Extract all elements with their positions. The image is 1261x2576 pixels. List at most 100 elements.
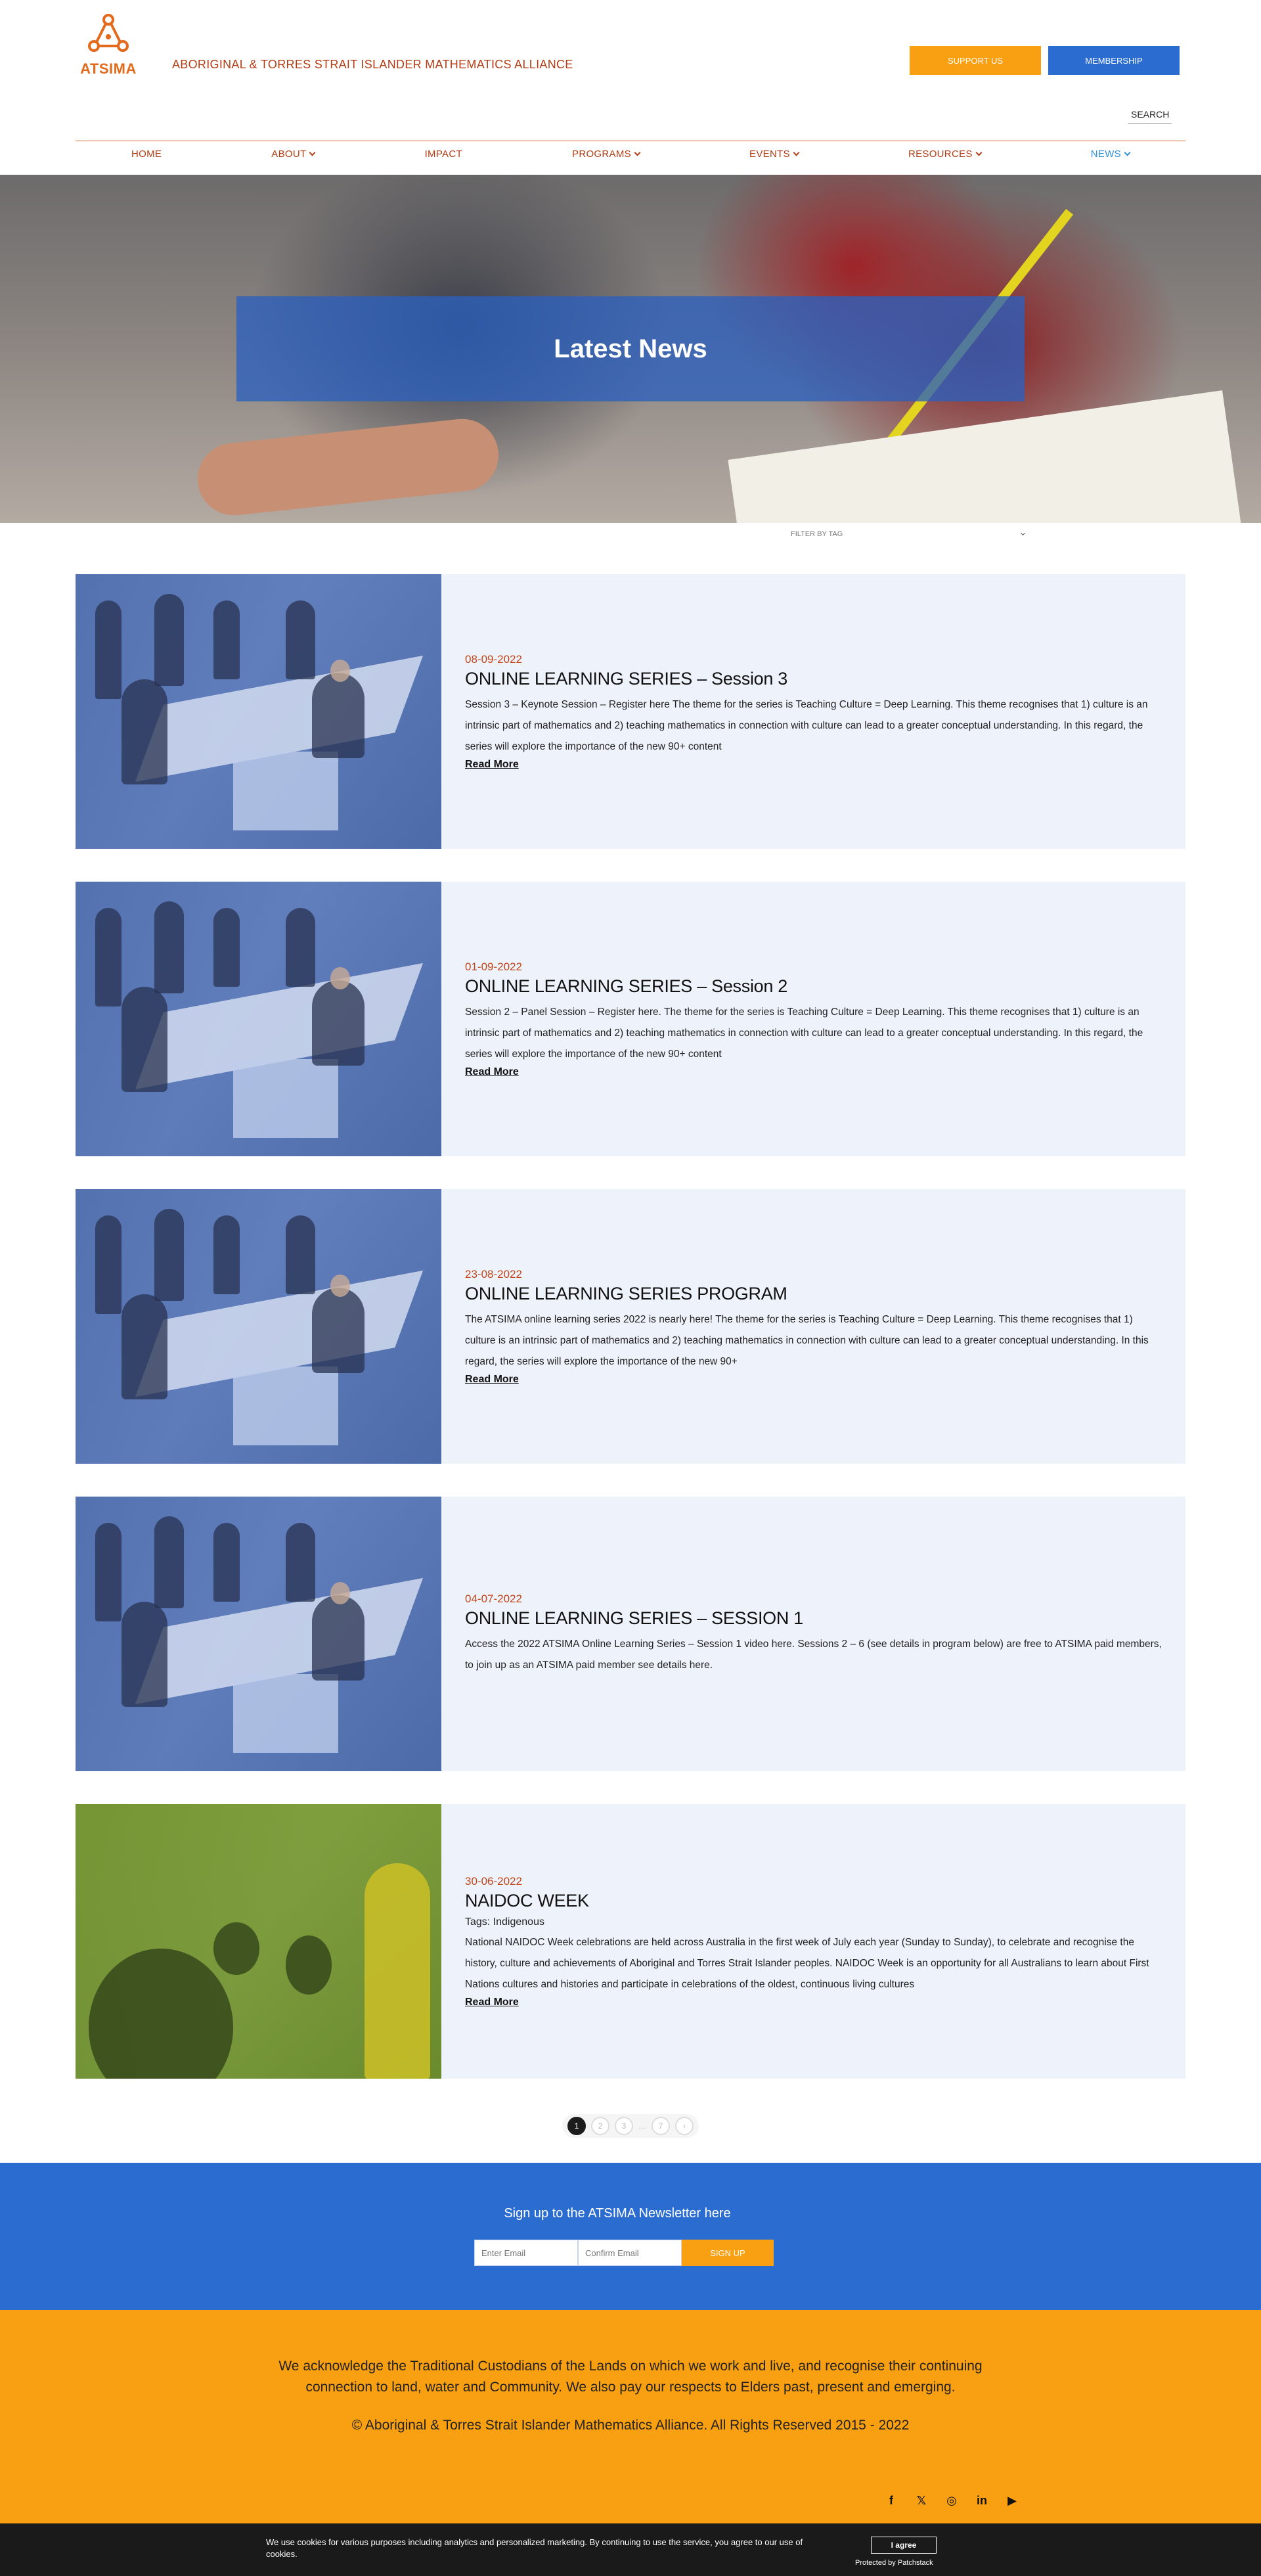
nav-label: NEWS	[1090, 148, 1121, 160]
membership-button[interactable]: MEMBERSHIP	[1048, 46, 1180, 75]
page-button-3[interactable]: 3	[615, 2117, 633, 2135]
image-detail	[286, 1935, 332, 1995]
news-date: 04-07-2022	[465, 1592, 522, 1605]
news-date: 30-06-2022	[465, 1874, 522, 1887]
nav-item-news[interactable]: NEWS	[1090, 148, 1131, 160]
sign-up-button[interactable]: SIGN UP	[682, 2240, 774, 2266]
read-more-link[interactable]: Read More	[465, 1997, 1162, 2008]
news-date: 08-09-2022	[465, 652, 522, 666]
image-detail	[312, 673, 365, 758]
read-more-link[interactable]: Read More	[465, 1374, 1162, 1386]
image-detail	[312, 1595, 365, 1681]
next-page-button[interactable]: ›	[675, 2117, 694, 2135]
image-detail	[233, 752, 338, 830]
news-card-image[interactable]	[76, 1804, 441, 2079]
image-detail	[95, 1215, 122, 1314]
news-card-body: 30-06-2022 NAIDOC WEEK Tags: Indigenous …	[441, 1804, 1185, 2079]
confirm-email-field[interactable]	[578, 2240, 682, 2266]
nav-label: HOME	[131, 148, 162, 160]
news-excerpt: National NAIDOC Week celebrations are he…	[465, 1936, 1149, 1990]
nav-label: EVENTS	[749, 148, 790, 160]
page-button-last[interactable]: 7	[652, 2117, 670, 2135]
site-header: ATSIMA ABORIGINAL & TORRES STRAIT ISLAND…	[0, 0, 1261, 175]
pagination-ellipsis: …	[638, 2121, 646, 2131]
cookie-agree-button[interactable]: I agree	[871, 2537, 937, 2554]
news-card-image[interactable]	[76, 1189, 441, 1464]
twitter-icon[interactable]: 𝕏	[916, 2494, 927, 2508]
image-detail	[286, 1215, 315, 1294]
page-button-1[interactable]: 1	[567, 2117, 586, 2135]
image-detail	[286, 600, 315, 679]
chevron-down-icon	[1124, 149, 1131, 156]
linkedin-icon[interactable]: in	[976, 2494, 988, 2508]
search-link[interactable]: SEARCH	[1128, 108, 1172, 124]
page-button-2[interactable]: 2	[591, 2117, 609, 2135]
image-detail	[365, 1863, 430, 2079]
image-detail	[213, 908, 240, 987]
news-card: 04-07-2022 ONLINE LEARNING SERIES – SESS…	[76, 1497, 1185, 1771]
acknowledgement-text: We acknowledge the Traditional Custodian…	[278, 2359, 983, 2395]
nav-label: IMPACT	[424, 148, 462, 160]
news-title[interactable]: ONLINE LEARNING SERIES – Session 2	[465, 976, 1162, 997]
nav-item-home[interactable]: HOME	[131, 148, 162, 160]
news-card-image[interactable]	[76, 574, 441, 849]
filter-by-tag-select[interactable]: FILTER BY TAG	[791, 526, 1026, 543]
nav-label: RESOURCES	[908, 148, 973, 160]
news-card: 01-09-2022 ONLINE LEARNING SERIES – Sess…	[76, 882, 1185, 1156]
atsima-logo[interactable]: ATSIMA	[76, 13, 141, 79]
news-title[interactable]: ONLINE LEARNING SERIES PROGRAM	[465, 1284, 1162, 1304]
image-detail	[95, 1523, 122, 1621]
main-nav: HOME ABOUT IMPACT PROGRAMS EVENTS RESOUR…	[76, 148, 1185, 160]
nav-item-programs[interactable]: PROGRAMS	[572, 148, 641, 160]
logo-triangle-icon	[88, 14, 129, 52]
news-card: 08-09-2022 ONLINE LEARNING SERIES – Sess…	[76, 574, 1185, 849]
image-detail	[95, 600, 122, 699]
newsletter-form: SIGN UP	[474, 2240, 774, 2266]
news-excerpt: Session 3 – Keynote Session – Register h…	[465, 698, 1148, 752]
site-footer: We acknowledge the Traditional Custodian…	[0, 2310, 1261, 2523]
image-detail	[233, 1059, 338, 1138]
image-detail	[154, 901, 184, 993]
nav-item-events[interactable]: EVENTS	[749, 148, 800, 160]
instagram-icon[interactable]: ◎	[946, 2494, 958, 2508]
hero-banner: Latest News	[0, 175, 1261, 523]
nav-item-impact[interactable]: IMPACT	[425, 148, 462, 160]
chevron-down-icon	[309, 149, 316, 156]
cookie-text: We use cookies for various purposes incl…	[266, 2537, 803, 2559]
news-card-body: 04-07-2022 ONLINE LEARNING SERIES – SESS…	[441, 1497, 1185, 1771]
news-tags[interactable]: Tags: Indigenous	[465, 1916, 1162, 1928]
support-us-button[interactable]: SUPPORT US	[910, 46, 1041, 75]
image-detail	[154, 1516, 184, 1608]
facebook-icon[interactable]: f	[885, 2494, 897, 2508]
image-detail	[213, 1922, 259, 1975]
news-card-image[interactable]	[76, 882, 441, 1156]
read-more-link[interactable]: Read More	[465, 759, 1162, 771]
hero-photo-detail	[194, 415, 502, 519]
news-excerpt: Session 2 – Panel Session – Register her…	[465, 1006, 1143, 1060]
email-field[interactable]	[474, 2240, 578, 2266]
read-more-link[interactable]: Read More	[465, 1066, 1162, 1078]
news-title[interactable]: ONLINE LEARNING SERIES – SESSION 1	[465, 1608, 1162, 1629]
news-title[interactable]: ONLINE LEARNING SERIES – Session 3	[465, 669, 1162, 689]
news-card-image[interactable]	[76, 1497, 441, 1771]
copyright-text: © Aboriginal & Torres Strait Islander Ma…	[351, 2418, 910, 2433]
hero-title-box: Latest News	[236, 296, 1025, 401]
news-list: 08-09-2022 ONLINE LEARNING SERIES – Sess…	[0, 523, 1261, 2079]
image-detail	[312, 1288, 365, 1373]
page-title: Latest News	[554, 334, 707, 363]
news-card-body: 08-09-2022 ONLINE LEARNING SERIES – Sess…	[441, 574, 1185, 849]
nav-item-resources[interactable]: RESOURCES	[908, 148, 983, 160]
organisation-name: ABORIGINAL & TORRES STRAIT ISLANDER MATH…	[172, 58, 573, 71]
pagination: 1 2 3 … 7 ›	[0, 2112, 1261, 2140]
image-detail	[213, 1215, 240, 1294]
nav-item-about[interactable]: ABOUT	[271, 148, 316, 160]
news-card: 23-08-2022 ONLINE LEARNING SERIES PROGRA…	[76, 1189, 1185, 1464]
logo-text: ATSIMA	[80, 60, 137, 77]
hero-photo-detail	[728, 390, 1243, 523]
youtube-icon[interactable]: ▶	[1006, 2494, 1018, 2508]
image-detail	[330, 1275, 350, 1297]
image-detail	[95, 908, 122, 1006]
news-title[interactable]: NAIDOC WEEK	[465, 1891, 1162, 1911]
image-detail	[122, 679, 167, 784]
newsletter-section: Sign up to the ATSIMA Newsletter here SI…	[0, 2163, 1261, 2310]
